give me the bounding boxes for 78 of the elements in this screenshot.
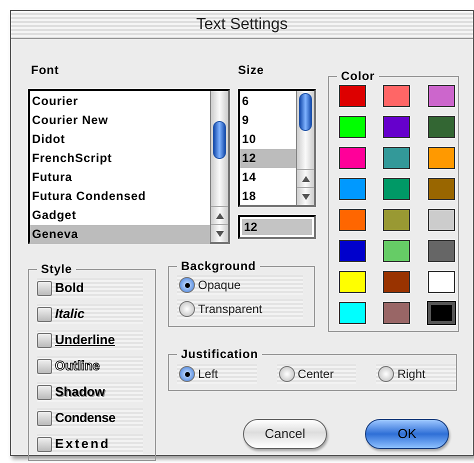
- list-item[interactable]: Didot: [30, 130, 210, 149]
- color-swatch[interactable]: [383, 147, 410, 169]
- color-swatch[interactable]: [383, 116, 410, 138]
- ok-button[interactable]: OK: [365, 419, 449, 449]
- checkbox-label: Extend: [55, 435, 110, 454]
- font-label: Font: [30, 62, 60, 79]
- checkbox-label: Italic: [55, 305, 85, 324]
- color-swatch[interactable]: [383, 85, 410, 107]
- group-label: Background: [177, 258, 260, 274]
- color-swatch[interactable]: [428, 178, 455, 200]
- list-item[interactable]: FrenchScript: [30, 149, 210, 168]
- group-label: Style: [37, 261, 76, 277]
- color-swatch[interactable]: [339, 240, 366, 262]
- color-swatch[interactable]: [428, 240, 455, 262]
- list-item[interactable]: 14: [240, 168, 296, 187]
- list-item[interactable]: Geneva: [30, 225, 210, 244]
- checkbox[interactable]: [37, 410, 52, 426]
- radio-button[interactable]: [179, 366, 195, 382]
- radio-label: Center: [298, 366, 334, 383]
- color-swatch[interactable]: [339, 178, 366, 200]
- list-item[interactable]: Futura: [30, 168, 210, 187]
- checkbox[interactable]: [37, 332, 52, 348]
- checkbox[interactable]: [37, 280, 52, 296]
- scroll-up-arrow-icon[interactable]: [302, 176, 310, 182]
- list-item[interactable]: 18: [240, 187, 296, 206]
- scroll-down-arrow-icon[interactable]: [302, 194, 310, 200]
- color-swatch[interactable]: [339, 147, 366, 169]
- color-swatch[interactable]: [428, 209, 455, 231]
- radio-button[interactable]: [278, 366, 295, 382]
- checkbox-label: Outline: [55, 357, 100, 376]
- color-swatch[interactable]: [383, 271, 410, 293]
- checkbox[interactable]: [37, 384, 52, 400]
- color-swatch[interactable]: [339, 85, 366, 107]
- color-swatch[interactable]: [428, 85, 455, 107]
- color-swatch[interactable]: [428, 147, 455, 169]
- checkbox-label: Bold: [55, 279, 84, 298]
- checkbox-label: Shadow: [55, 383, 105, 402]
- radio-label: Opaque: [198, 277, 241, 294]
- list-item[interactable]: Futura Condensed: [30, 187, 210, 206]
- color-swatch[interactable]: [339, 302, 366, 324]
- radio-label: Right: [397, 366, 426, 383]
- radio-button[interactable]: [179, 301, 195, 317]
- checkbox[interactable]: [37, 306, 52, 322]
- color-swatch[interactable]: [383, 302, 410, 324]
- list-item[interactable]: 10: [240, 130, 296, 149]
- checkbox-label: Underline: [55, 331, 115, 350]
- radio-button[interactable]: [179, 277, 195, 293]
- list-item[interactable]: 6: [240, 92, 296, 111]
- color-swatch[interactable]: [383, 178, 410, 200]
- size-field[interactable]: 12: [238, 215, 316, 239]
- scroll-bar[interactable]: [296, 91, 314, 205]
- color-swatch[interactable]: [383, 209, 410, 231]
- list-item[interactable]: 9: [240, 111, 296, 130]
- color-swatch[interactable]: [339, 116, 366, 138]
- color-swatch[interactable]: [339, 209, 366, 231]
- window-title: Text Settings: [196, 14, 288, 34]
- list-item[interactable]: 12: [240, 149, 296, 168]
- radio-button[interactable]: [378, 366, 394, 382]
- list-item[interactable]: Courier New: [30, 111, 210, 130]
- scroll-bar[interactable]: [210, 91, 228, 242]
- checkbox-label: Condense: [55, 409, 116, 428]
- list-item[interactable]: Courier: [30, 92, 210, 111]
- checkbox[interactable]: [37, 436, 52, 452]
- color-swatch[interactable]: [428, 116, 455, 138]
- color-swatch[interactable]: [428, 271, 455, 293]
- checkbox[interactable]: [37, 358, 52, 374]
- color-swatch[interactable]: [383, 240, 410, 262]
- scroll-thumb[interactable]: [299, 93, 312, 131]
- color-swatch[interactable]: [339, 271, 366, 293]
- scroll-down-arrow-icon[interactable]: [216, 230, 224, 236]
- radio-label: Transparent: [198, 301, 262, 318]
- radio-label: Left: [198, 366, 218, 383]
- cancel-button[interactable]: Cancel: [243, 419, 327, 449]
- color-swatch[interactable]: [428, 302, 455, 324]
- list-item[interactable]: Gadget: [30, 206, 210, 225]
- size-label: Size: [238, 62, 266, 79]
- scroll-thumb[interactable]: [213, 121, 226, 159]
- scroll-up-arrow-icon[interactable]: [216, 212, 224, 218]
